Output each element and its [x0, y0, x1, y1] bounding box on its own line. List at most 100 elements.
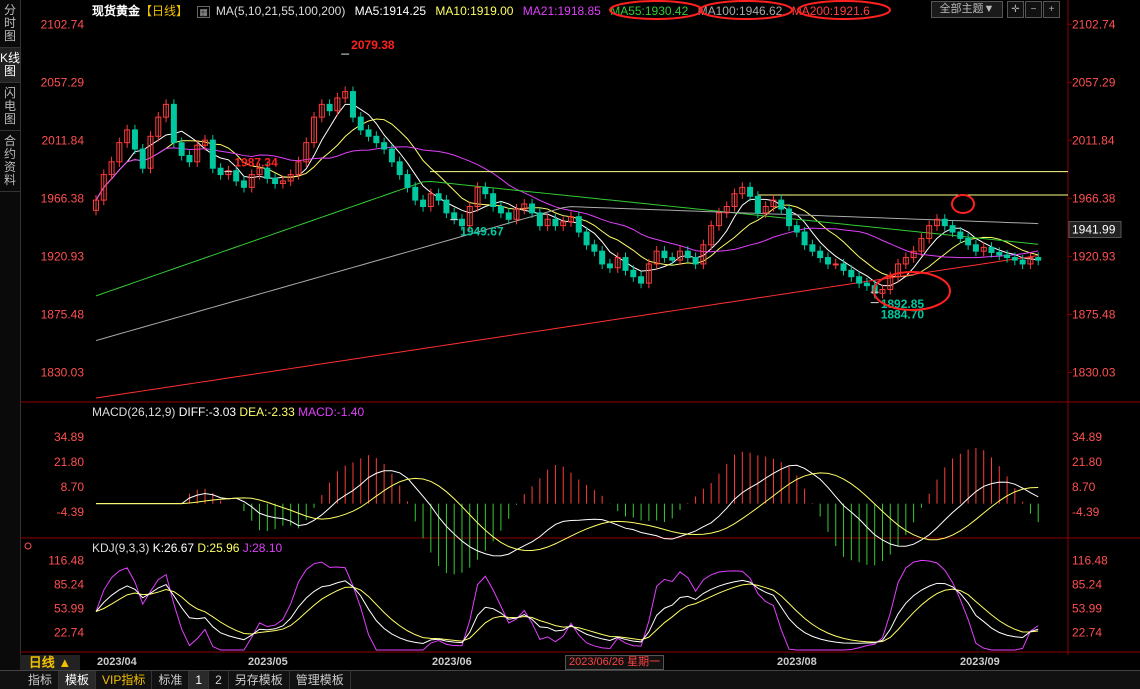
candle-body — [435, 193, 442, 201]
macd-y-tick-label: 34.89 — [54, 430, 84, 444]
tab-page-2[interactable]: 2 — [209, 671, 229, 689]
extreme-label: 1987.34 — [234, 156, 278, 170]
candle-body — [365, 129, 372, 137]
macd-chart: 34.89 34.89 21.80 21.80 8.70 8.70 -4.39 -4.39 — [54, 430, 1102, 575]
tab-manage-template[interactable]: 管理模板 — [290, 671, 351, 689]
y-tick-label-right: 1920.93 — [1072, 249, 1116, 263]
candle-body — [178, 142, 185, 156]
candle-body — [599, 250, 606, 265]
date-label: 2023/06 — [432, 656, 472, 668]
candle-body — [233, 170, 240, 182]
candle-body — [326, 103, 333, 112]
tab-vip-indicator[interactable]: VIP指标 — [96, 671, 153, 689]
candle-body — [497, 206, 504, 214]
candle-body — [357, 116, 364, 131]
kdj-y-tick-label: 116.48 — [48, 553, 84, 567]
y-tick-label: 1920.93 — [41, 249, 85, 263]
candle-body — [186, 154, 193, 163]
candle-body — [217, 167, 224, 176]
main-chart: 2102.74 2102.74 2057.29 2057.29 2011.84 2011.… — [41, 0, 1122, 399]
dea-line — [96, 472, 1039, 551]
kdj-y-tick-label: 22.74 — [54, 626, 84, 640]
date-label: 2023/09 — [960, 656, 1000, 668]
candle-body — [264, 167, 271, 179]
chart-frame — [20, 0, 1140, 655]
candle-body — [272, 177, 279, 185]
candle-body — [412, 186, 419, 201]
date-label: 2023/04 — [97, 656, 137, 668]
candle-body — [622, 257, 629, 271]
tab-indicator[interactable]: 指标 — [22, 671, 60, 689]
candle-body — [840, 263, 847, 271]
period-selector[interactable]: 日线 ▲ — [20, 655, 80, 670]
candle-body — [1019, 259, 1026, 265]
y-tick-label: 2057.29 — [41, 75, 85, 89]
candle-body — [591, 244, 598, 252]
ma10-line — [95, 118, 1039, 278]
candle-body — [863, 282, 870, 287]
y-tick-label-right: 2102.74 — [1072, 17, 1116, 31]
candle-body — [451, 212, 458, 220]
kdj-y-tick-label: 53.99 — [54, 601, 84, 615]
candle-body — [1011, 257, 1018, 261]
bottom-toolbar: 指标 模板 VIP指标 标准 1 2 另存模板 管理模板 — [0, 670, 1140, 689]
macd-y-tick-label: 21.80 — [54, 455, 84, 469]
candle-body — [801, 231, 808, 246]
kdj-y-tick-label: 85.24 — [54, 577, 84, 591]
macd-y-tick-label-right: 8.70 — [1072, 480, 1096, 494]
kdj-settings-icon — [24, 542, 32, 550]
candle-body — [209, 139, 216, 169]
candle-body — [575, 216, 582, 233]
highlight-oval — [699, 0, 793, 20]
k-line — [95, 579, 1039, 644]
candle-body — [349, 91, 356, 118]
tab-save-template[interactable]: 另存模板 — [229, 671, 290, 689]
candle-body — [630, 269, 637, 278]
y-tick-label: 1966.38 — [41, 191, 85, 205]
candle-body — [949, 225, 956, 233]
candle-body — [972, 244, 979, 252]
candle-body — [490, 193, 497, 208]
y-tick-label-right: 1830.03 — [1072, 365, 1116, 379]
candle-body — [996, 251, 1003, 256]
tab-page-1[interactable]: 1 — [189, 671, 210, 689]
candle-body — [754, 195, 761, 214]
candle-body — [856, 276, 863, 284]
price-chart[interactable]: 2102.74 2102.74 2057.29 2057.29 2011.84 2011.… — [0, 0, 1140, 655]
macd-y-tick-label-right: -4.39 — [1072, 505, 1100, 519]
candle-body — [848, 269, 855, 278]
kdj-y-tick-label-right: 22.74 — [1072, 626, 1102, 640]
tab-standard[interactable]: 标准 — [152, 671, 190, 689]
extreme-label: 2079.38 — [351, 38, 395, 52]
candle-body — [240, 180, 247, 188]
candle-body — [809, 244, 816, 252]
candle-body — [404, 174, 411, 188]
candle-body — [443, 199, 450, 214]
highlight-oval — [609, 0, 703, 20]
ma55-line — [95, 180, 1039, 297]
candle-body — [583, 231, 590, 246]
candle-body — [396, 161, 403, 176]
candle-body — [420, 199, 427, 208]
date-label: 2023/05 — [248, 656, 288, 668]
macd-y-tick-label: -4.39 — [57, 505, 85, 519]
candle-body — [131, 129, 138, 150]
tab-template[interactable]: 模板 — [59, 671, 97, 689]
candle-body — [965, 237, 972, 246]
d-line — [95, 583, 1039, 643]
candle-body — [638, 276, 645, 284]
macd-y-tick-label: 8.70 — [61, 480, 85, 494]
kdj-chart: 116.48 116.48 85.24 85.24 53.99 53.99 22.74 22.… — [24, 542, 1108, 651]
candle-body — [778, 199, 785, 210]
candle-body — [606, 263, 613, 269]
candle-body — [505, 212, 512, 220]
y-tick-label-right: 1875.48 — [1072, 307, 1116, 321]
macd-y-tick-label-right: 21.80 — [1072, 455, 1102, 469]
y-tick-label: 2011.84 — [42, 133, 85, 147]
candle-body — [661, 250, 668, 259]
candle-body — [482, 186, 489, 195]
highlight-oval — [797, 0, 891, 20]
candle-body — [832, 263, 839, 266]
candle-body — [373, 135, 380, 144]
candle-body — [1004, 254, 1011, 259]
